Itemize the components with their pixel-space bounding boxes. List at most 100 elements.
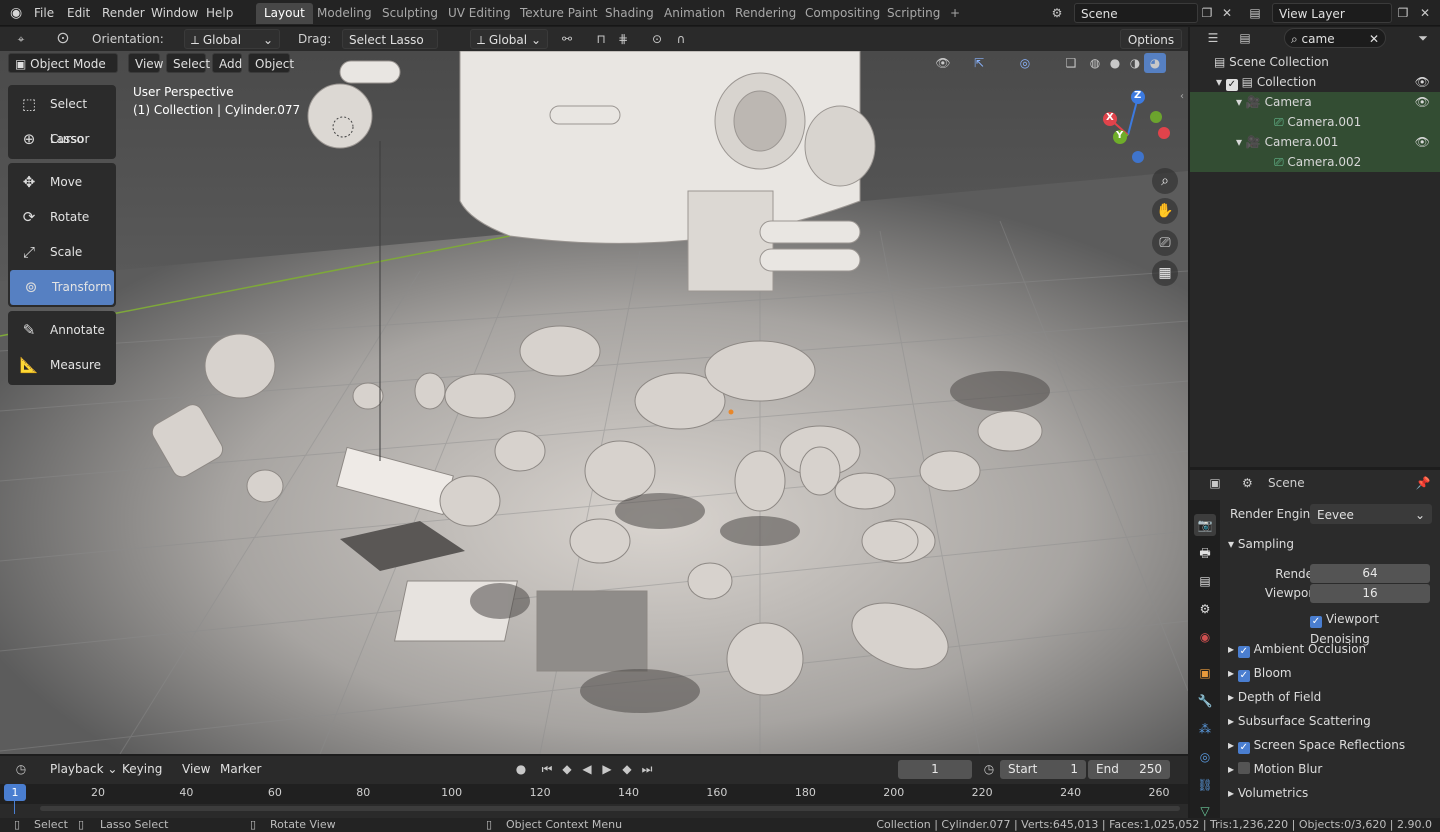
new-scene-icon[interactable]: ❐ — [1196, 3, 1218, 23]
view-layer-field[interactable]: View Layer — [1272, 3, 1392, 23]
outliner-row-camera[interactable]: ▾ 🎥 Camera 👁 — [1190, 92, 1440, 112]
drag-dropdown[interactable]: Select Lasso⌄ — [342, 29, 438, 67]
jump-end-icon[interactable]: ⏭ — [636, 759, 658, 779]
menu-add[interactable]: Add — [212, 53, 242, 73]
jump-start-icon[interactable]: ⏮ — [536, 759, 558, 779]
tool-annotate[interactable]: ✎ Annotate — [8, 313, 116, 348]
overlay-toggle-icon[interactable]: ◎ — [1014, 53, 1036, 73]
panel-bloom[interactable]: ▸ ✓ Bloom — [1228, 663, 1292, 683]
proportional-edit-icon[interactable]: ⊙ — [646, 29, 668, 49]
expand-arrow-icon[interactable]: ▾ — [1216, 75, 1226, 89]
blender-logo-icon[interactable]: ◉ — [4, 4, 28, 22]
solid-shading-icon[interactable]: ● — [1104, 53, 1126, 73]
scene-icon[interactable]: ⚙ — [1046, 3, 1068, 23]
prev-keyframe-icon[interactable]: ◆ — [556, 759, 578, 779]
gizmo-toggle-icon[interactable]: ⇱ — [968, 53, 990, 73]
outliner-search-input[interactable]: ⌕ came ✕ — [1284, 28, 1386, 48]
outliner-row-camera-001[interactable]: ▾ 🎥 Camera.001 👁 — [1190, 132, 1440, 152]
zoom-icon[interactable]: ⌕ — [1152, 168, 1178, 194]
sampling-panel-header[interactable]: ▾ Sampling — [1228, 534, 1294, 554]
expand-arrow-icon[interactable]: ▾ — [1236, 135, 1246, 149]
scene-tab-icon[interactable]: ⚙ — [1194, 598, 1216, 620]
editor-type-icon[interactable]: ⌖ — [10, 29, 32, 49]
menu-file[interactable]: File — [28, 4, 60, 22]
menu-edit[interactable]: Edit — [61, 4, 96, 22]
end-frame-field[interactable]: End 250 — [1088, 760, 1170, 779]
menu-view[interactable]: View — [128, 53, 163, 73]
tool-select-lasso[interactable]: ⬚ Select Lasso — [8, 87, 116, 146]
display-mode-icon[interactable]: ▤ — [1234, 28, 1256, 48]
visibility-icon[interactable]: 👁 — [932, 53, 954, 73]
falloff-icon[interactable]: ∩ — [670, 29, 692, 49]
transform-orientation-dropdown[interactable]: ⟂ Global ⌄ — [470, 29, 548, 49]
menu-window[interactable]: Window — [145, 4, 204, 22]
menu-select[interactable]: Select — [166, 53, 210, 73]
world-tab-icon[interactable]: ◉ — [1194, 626, 1216, 648]
new-view-layer-icon[interactable]: ❐ — [1392, 3, 1414, 23]
xray-icon[interactable]: ❑ — [1060, 53, 1082, 73]
play-icon[interactable]: ▶ — [596, 759, 618, 779]
tool-measure[interactable]: 📐 Measure — [8, 348, 116, 383]
viewport-samples-field[interactable]: 16 — [1310, 584, 1430, 603]
object-mode-dropdown[interactable]: ▣ Object Mode ⌄ — [8, 53, 118, 91]
tool-cursor[interactable]: ⊕ Cursor — [8, 122, 116, 157]
view-layer-tab-icon[interactable]: ▤ — [1194, 570, 1216, 592]
tab-texture-paint[interactable]: Texture Paint — [512, 3, 605, 24]
timeline-view-menu[interactable]: View — [176, 759, 212, 779]
tab-scripting[interactable]: Scripting — [879, 3, 948, 24]
rendered-shading-icon[interactable]: ◕ — [1144, 53, 1166, 73]
visibility-eye-icon[interactable]: 👁 — [1415, 132, 1430, 152]
tab-rendering[interactable]: Rendering — [727, 3, 804, 24]
orientation-dropdown[interactable]: ⟂ Global ⌄ — [184, 29, 280, 49]
menu-object[interactable]: Object — [248, 53, 294, 73]
render-samples-field[interactable]: 64 — [1310, 564, 1430, 583]
tab-sculpting[interactable]: Sculpting — [374, 3, 446, 24]
expand-arrow-icon[interactable]: ▾ — [1236, 95, 1246, 109]
tool-scale[interactable]: ⤢ Scale — [8, 235, 116, 270]
tab-compositing[interactable]: Compositing — [797, 3, 888, 24]
visibility-eye-icon[interactable]: 👁 — [1415, 92, 1430, 112]
frame-ruler[interactable] — [0, 784, 1188, 804]
modifier-tab-icon[interactable]: 🔧 — [1194, 690, 1216, 712]
material-shading-icon[interactable]: ◑ — [1124, 53, 1146, 73]
tab-shading[interactable]: Shading — [597, 3, 662, 24]
current-frame-field[interactable]: 1 — [898, 760, 972, 779]
sidebar-toggle-icon[interactable]: ‹ — [1180, 91, 1184, 102]
panel-subsurface-scattering[interactable]: ▸ Subsurface Scattering — [1228, 711, 1371, 731]
record-icon[interactable]: ● — [510, 759, 532, 779]
pin-icon[interactable]: 📌 — [1412, 473, 1434, 493]
filter-icon[interactable]: ⏷ — [1412, 28, 1434, 48]
panel-depth-of-field[interactable]: ▸ Depth of Field — [1228, 687, 1321, 707]
marker-menu[interactable]: Marker — [214, 759, 264, 779]
constraints-tab-icon[interactable]: ⛓ — [1194, 774, 1216, 796]
start-frame-field[interactable]: Start 1 — [1000, 760, 1086, 779]
output-tab-icon[interactable]: 🖶 — [1194, 542, 1216, 564]
active-tool-icon[interactable]: ⊙ — [52, 28, 74, 48]
tool-transform[interactable]: ⊚ Transform — [10, 270, 114, 305]
add-workspace-button[interactable]: + — [942, 3, 968, 24]
menu-render[interactable]: Render — [96, 4, 151, 22]
options-dropdown[interactable]: Options ⌄ — [1120, 29, 1182, 67]
physics-tab-icon[interactable]: ◎ — [1194, 746, 1216, 768]
outliner-editor-type-icon[interactable]: ☰ — [1202, 28, 1224, 48]
remove-view-layer-icon[interactable]: ✕ — [1414, 3, 1436, 23]
snap-icon[interactable]: ⊓ — [590, 29, 612, 49]
clear-search-icon[interactable]: ✕ — [1369, 29, 1379, 49]
panel-screen-space-reflections[interactable]: ▸ ✓ Screen Space Reflections — [1228, 735, 1405, 755]
camera-view-icon[interactable]: ⎚ — [1152, 230, 1178, 256]
outliner-row-camera-data[interactable]: ⎚ Camera.001 — [1190, 112, 1440, 132]
playhead-frame-indicator[interactable]: 1 — [4, 784, 26, 801]
panel-ambient-occlusion[interactable]: ▸ ✓ Ambient Occlusion — [1228, 639, 1366, 659]
exclude-checkbox[interactable]: ✓ — [1225, 79, 1238, 91]
remove-scene-icon[interactable]: ✕ — [1216, 3, 1238, 23]
render-tab-icon[interactable]: 📷 — [1194, 514, 1216, 536]
next-keyframe-icon[interactable]: ◆ — [616, 759, 638, 779]
tab-uv-editing[interactable]: UV Editing — [440, 3, 519, 24]
panel-motion-blur[interactable]: ▸ Motion Blur — [1228, 759, 1322, 779]
timeline-editor-type-icon[interactable]: ◷ — [10, 759, 32, 779]
use-preview-range-icon[interactable]: ◷ — [978, 759, 1000, 779]
render-engine-dropdown[interactable]: Eevee ⌄ — [1310, 504, 1432, 524]
navigation-gizmo[interactable]: Z X Y — [1100, 87, 1170, 163]
view-layer-icon[interactable]: ▤ — [1244, 3, 1266, 23]
menu-help[interactable]: Help — [200, 4, 239, 22]
